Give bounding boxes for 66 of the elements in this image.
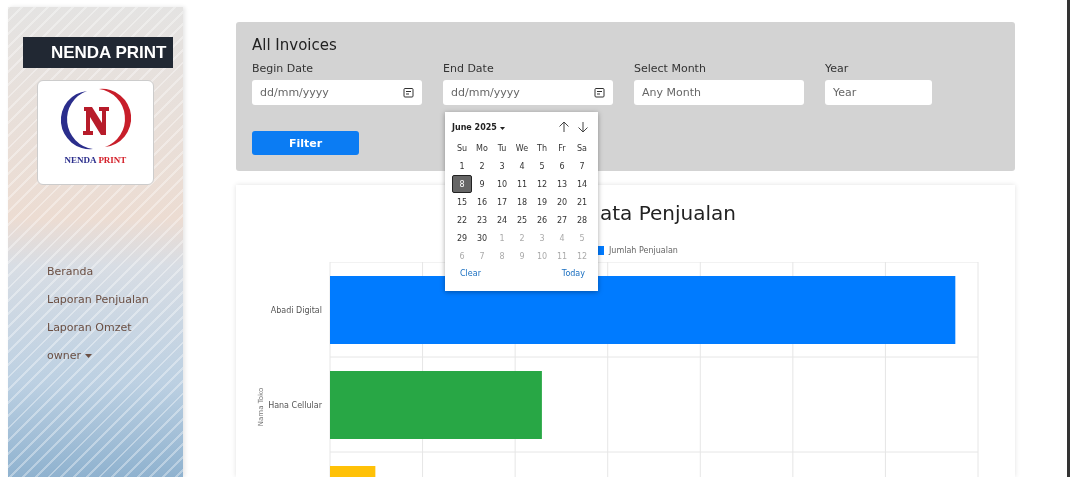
month-selector[interactable]: June 2025 — [452, 122, 505, 132]
calendar-day[interactable]: 3 — [492, 157, 512, 175]
calendar-day[interactable]: 18 — [512, 193, 532, 211]
calendar-day[interactable]: 21 — [572, 193, 592, 211]
arrow-down-icon[interactable] — [577, 121, 589, 133]
calendar-day[interactable]: 13 — [552, 175, 572, 193]
category-label: Abadi Digital — [270, 305, 322, 315]
calendar-icon[interactable] — [403, 87, 414, 98]
input-field[interactable]: Year — [825, 80, 932, 105]
calendar-day[interactable]: 9 — [472, 175, 492, 193]
clear-link[interactable]: Clear — [460, 269, 481, 278]
calendar-day[interactable]: 27 — [552, 211, 572, 229]
weekday-label: We — [514, 142, 530, 155]
calendar-day[interactable]: 20 — [552, 193, 572, 211]
field-label: Year — [825, 62, 850, 75]
calendar-day[interactable]: 2 — [472, 157, 492, 175]
calendar-day[interactable]: 15 — [452, 193, 472, 211]
calendar-day[interactable]: 25 — [512, 211, 532, 229]
weekday-label: Tu — [496, 142, 508, 155]
calendar-day[interactable]: 28 — [572, 211, 592, 229]
calendar-day[interactable]: 8 — [452, 175, 472, 193]
calendar-day[interactable]: 17 — [492, 193, 512, 211]
user-menu[interactable]: owner — [47, 347, 149, 364]
date-field[interactable]: dd/mm/yyyy — [252, 80, 422, 105]
caret-icon — [499, 126, 505, 130]
calendar-day[interactable]: 1 — [452, 157, 472, 175]
nav-link[interactable]: Laporan Omzet — [47, 319, 149, 336]
legend-label: Jumlah Penjualan — [609, 245, 678, 255]
brand-title: NENDA PRINT — [22, 37, 173, 68]
input-field[interactable]: Any Month — [634, 80, 804, 105]
calendar-day[interactable]: 12 — [532, 175, 552, 193]
logo-text: NENDA PRINT — [64, 155, 127, 165]
nav-link[interactable]: Laporan Penjualan — [47, 291, 149, 308]
weekday-label: Fr — [557, 142, 567, 155]
calendar-day[interactable]: 11 — [512, 175, 532, 193]
weekday-label: Su — [455, 142, 469, 155]
calendar-icon[interactable] — [594, 87, 605, 98]
filter-button[interactable]: Filter — [252, 131, 359, 155]
category-label: Hana Cellular — [268, 400, 322, 410]
calendar-day[interactable]: 30 — [472, 229, 492, 247]
today-link[interactable]: Today — [561, 269, 585, 278]
field-label: End Date — [443, 62, 495, 75]
date-field[interactable]: dd/mm/yyyy — [443, 80, 613, 105]
caret-icon — [84, 354, 92, 358]
field-label: Begin Date — [252, 62, 315, 75]
weekday-label: Mo — [475, 142, 489, 155]
calendar-day[interactable]: 4 — [512, 157, 532, 175]
card-title: All Invoices — [252, 36, 338, 54]
calendar-day[interactable]: 16 — [472, 193, 492, 211]
calendar-day[interactable]: 19 — [532, 193, 552, 211]
arrow-up-icon[interactable] — [558, 121, 570, 133]
chart-title: ata Penjualan — [600, 200, 736, 225]
calendar-day[interactable]: 10 — [492, 175, 512, 193]
weekday-label: Th — [536, 142, 548, 155]
calendar-day[interactable]: 7 — [572, 157, 592, 175]
calendar-day[interactable]: 14 — [572, 175, 592, 193]
nav-link[interactable]: Beranda — [47, 263, 149, 280]
calendar-day[interactable]: 29 — [452, 229, 472, 247]
calendar-day[interactable]: 6 — [552, 157, 572, 175]
calendar-day[interactable]: 26 — [532, 211, 552, 229]
calendar-day[interactable]: 24 — [492, 211, 512, 229]
field-label: Select Month — [634, 62, 707, 75]
calendar-day[interactable]: 23 — [472, 211, 492, 229]
calendar-day[interactable]: 22 — [452, 211, 472, 229]
calendar-day[interactable]: 5 — [532, 157, 552, 175]
weekday-label: Sa — [576, 142, 588, 155]
